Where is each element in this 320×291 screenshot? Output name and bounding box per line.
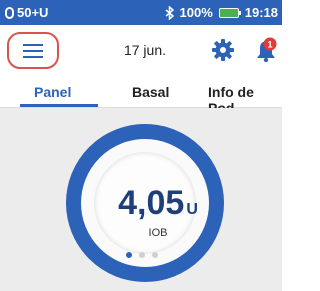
tab-panel[interactable]: Panel [34,84,71,100]
clock-time: 19:18 [244,5,278,20]
gear-icon[interactable] [212,39,234,61]
notification-count-badge: 1 [267,40,272,50]
iob-ring: 4,05 U IOB [66,124,224,282]
tab-basal[interactable]: Basal [132,84,169,100]
status-left: 50+U [5,5,48,20]
hamburger-menu-icon [23,43,43,58]
battery-icon [218,7,241,18]
iob-unit: U [186,201,198,218]
bell-icon[interactable]: 1 [254,37,278,63]
battery-percent: 100% [179,5,213,20]
page-indicator [126,252,158,258]
menu-button[interactable] [7,32,59,69]
bluetooth-icon [165,5,174,20]
status-bar: 50+U 100% 19:18 [0,0,282,25]
app-screen: 50+U 100% 19:18 17 jun. 1 Panel Basal In… [0,0,282,291]
page-dot[interactable] [152,252,158,258]
current-date: 17 jun. [123,42,167,58]
dashboard-panel: 4,05 U IOB [0,108,282,291]
page-dot[interactable] [126,252,132,258]
iob-label: IOB [148,227,168,239]
iob-value: 4,05 [118,184,185,222]
tab-bar: Panel Basal Info de Pod [0,77,282,116]
active-tab-indicator [20,104,98,107]
page-dot[interactable] [139,252,145,258]
pod-icon [5,6,14,19]
top-header: 17 jun. 1 [0,25,282,75]
iob-value-row: 4,05 U [94,184,222,223]
pod-status-text: 50+U [17,5,49,20]
iob-disc: 4,05 U IOB [94,152,198,254]
status-right: 100% 19:18 [164,5,278,20]
